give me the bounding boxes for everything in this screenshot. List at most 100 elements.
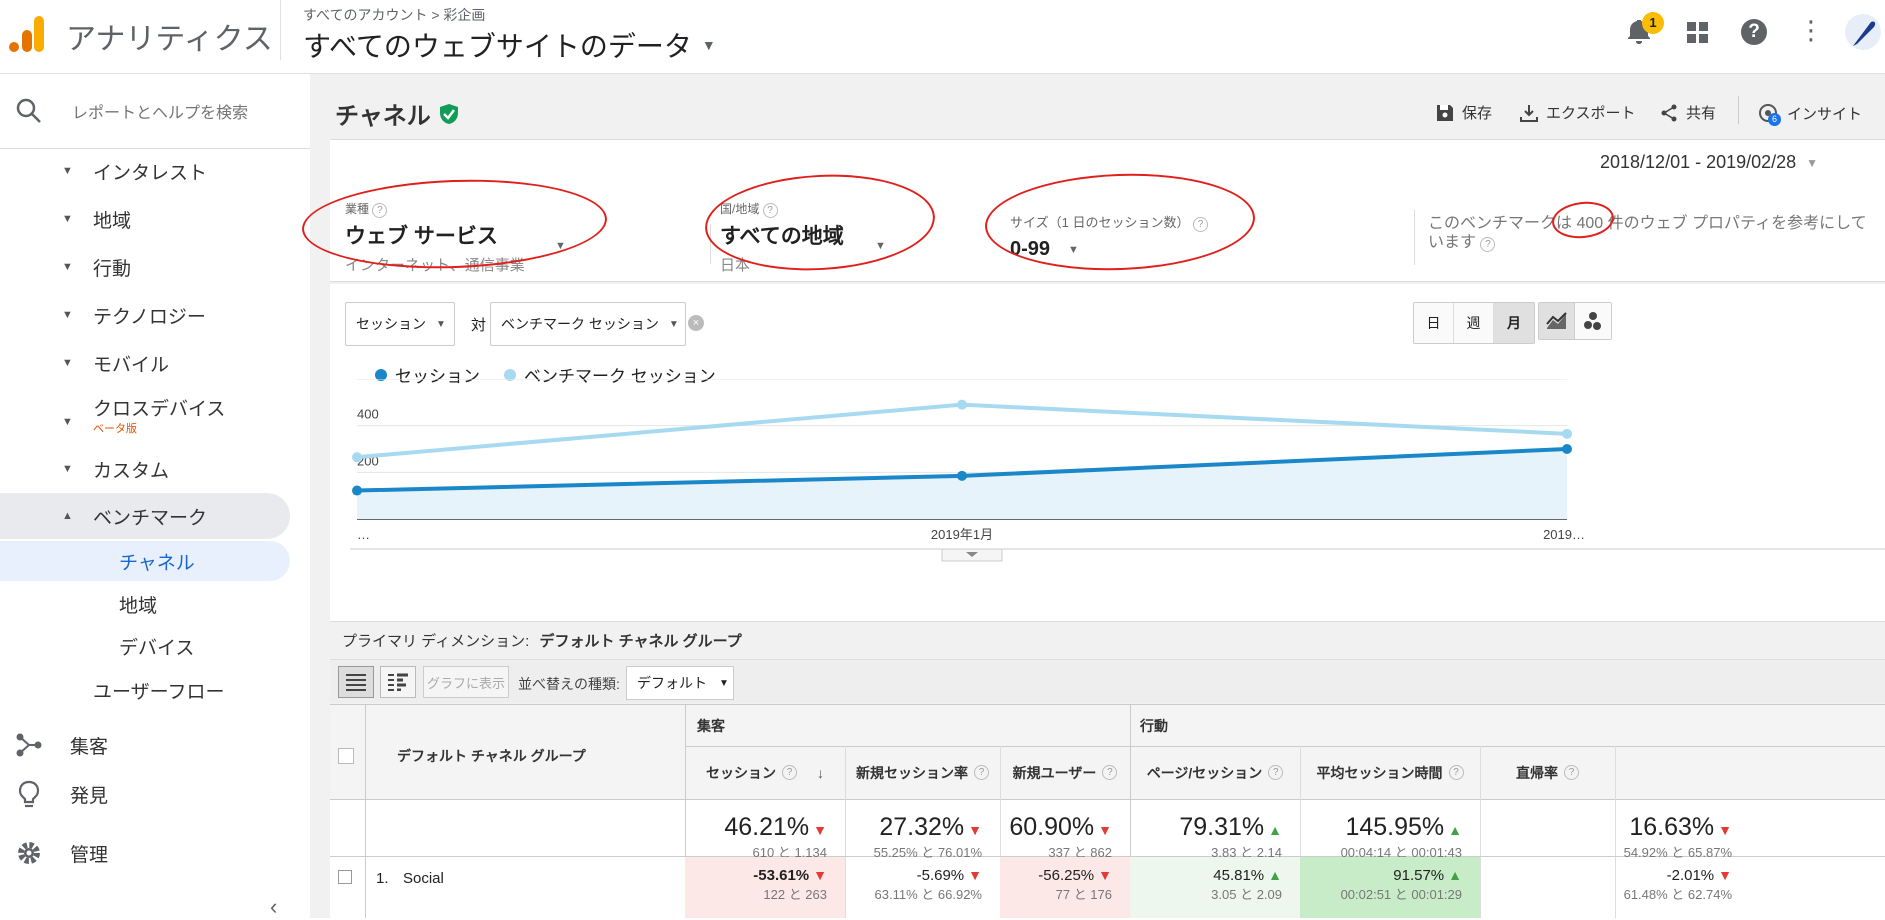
- metric2-label: ベンチマーク セッション: [501, 316, 659, 332]
- compare-view-button[interactable]: [380, 666, 416, 698]
- sidebar-item-technology[interactable]: ▼ テクノロジー: [0, 292, 290, 338]
- apps-grid-icon[interactable]: [1687, 22, 1709, 44]
- table-cell: -56.25% ▼ 77 と 176: [1000, 857, 1130, 918]
- more-vert-icon[interactable]: ⋮: [1798, 15, 1824, 45]
- export-button[interactable]: エクスポート: [1520, 102, 1636, 123]
- arrow-up-icon: ▲: [1448, 867, 1462, 883]
- arrow-up-icon: ▲: [1268, 867, 1282, 883]
- table-view-button[interactable]: [338, 666, 374, 698]
- chevron-down-icon: ▼: [719, 677, 729, 689]
- line-chart-button[interactable]: [1539, 303, 1575, 339]
- metric-comparison: 3.05 と 2.09: [1211, 887, 1282, 902]
- share-button[interactable]: 共有: [1660, 102, 1716, 123]
- notifications-button[interactable]: 1: [1626, 12, 1664, 48]
- sidebar-item-label: モバイル: [93, 354, 170, 376]
- motion-chart-button[interactable]: [1575, 303, 1611, 339]
- primary-dimension-label: プライマリ ディメンション:: [342, 633, 530, 650]
- x-tick-label: 2019…: [1543, 527, 1585, 542]
- table-toolbar: グラフに表示 並べ替えの種類: デフォルト ▼: [330, 659, 1885, 703]
- metric1-label: セッション: [356, 316, 426, 332]
- help-icon[interactable]: ?: [1480, 237, 1496, 252]
- help-icon[interactable]: ?: [1564, 765, 1579, 780]
- avatar[interactable]: [1845, 14, 1881, 50]
- sidebar-item-interest[interactable]: ▼ インタレスト: [0, 148, 290, 194]
- expand-icon: ▼: [62, 309, 73, 321]
- sidebar-item-label: ベンチマーク: [93, 507, 208, 529]
- insight-icon: 6: [1757, 102, 1781, 126]
- sort-desc-icon[interactable]: ↓: [817, 765, 824, 781]
- graph-button[interactable]: グラフに表示: [423, 666, 509, 698]
- sidebar-subitem-device[interactable]: デバイス: [0, 626, 290, 666]
- insight-label: インサイト: [1787, 105, 1863, 123]
- col-bounce-rate[interactable]: 直帰率?: [1480, 746, 1615, 799]
- col-pages-per-session[interactable]: ページ/セッション?: [1130, 746, 1300, 799]
- group-behavior: 行動: [1140, 718, 1168, 734]
- remove-compare-icon[interactable]: ×: [688, 315, 704, 331]
- metric-comparison: 77 と 176: [1055, 887, 1112, 902]
- data-point: [957, 470, 967, 481]
- help-icon[interactable]: ?: [974, 765, 989, 780]
- metric-comparison: 122 と 263: [763, 887, 827, 902]
- sidebar-subitem-channel[interactable]: チャネル: [0, 541, 290, 581]
- metric-value: -5.69%: [916, 867, 965, 884]
- sidebar-item-behavior[interactable]: ▼ 行動: [0, 244, 290, 290]
- dimension-header[interactable]: デフォルト チャネル グループ: [397, 746, 586, 766]
- sidebar-item-acquisition[interactable]: 集客: [0, 722, 290, 768]
- week-button[interactable]: 週: [1454, 303, 1494, 343]
- sidebar-item-label: チャネル: [119, 552, 195, 574]
- sidebar-item-discover[interactable]: 発見: [0, 771, 290, 817]
- sidebar-item-custom[interactable]: ▼ カスタム: [0, 446, 290, 492]
- breadcrumb[interactable]: すべてのアカウント > 彩企画: [303, 5, 485, 25]
- help-icon[interactable]: ?: [1448, 765, 1464, 780]
- total-cell: 145.95% ▲ 00:04:14 と 00:01:43: [1300, 801, 1480, 860]
- sidebar-item-admin[interactable]: 管理: [0, 830, 290, 876]
- row-checkbox[interactable]: [338, 870, 352, 884]
- sidebar-item-cross-device[interactable]: ▼ クロスデバイス ベータ版: [0, 388, 290, 444]
- day-button[interactable]: 日: [1414, 303, 1454, 343]
- metric1-dropdown[interactable]: セッション ▼: [345, 302, 455, 346]
- bars-icon: [388, 673, 408, 691]
- property-selector[interactable]: すべてのウェブサイトのデータ ▼: [303, 25, 716, 65]
- search-box[interactable]: レポートとヘルプを検索: [0, 74, 310, 146]
- save-button[interactable]: 保存: [1436, 102, 1492, 123]
- help-icon[interactable]: ?: [1741, 19, 1767, 45]
- share-label: 共有: [1686, 105, 1717, 122]
- feather-icon: [1853, 21, 1876, 46]
- col-sessions[interactable]: セッション? ↓: [685, 746, 845, 799]
- collapse-sidebar-icon[interactable]: ‹: [270, 894, 277, 920]
- sidebar-item-user-flow[interactable]: ユーザーフロー: [0, 668, 290, 712]
- month-button[interactable]: 月: [1494, 303, 1534, 343]
- data-table: デフォルト チャネル グループ 集客 行動 セッション? ↓ 新規セッション率? …: [330, 704, 1885, 918]
- arrow-up-icon: ▲: [1448, 822, 1462, 838]
- sort-value: デフォルト: [637, 675, 707, 691]
- sidebar-item-benchmark[interactable]: ▲ ベンチマーク: [0, 493, 290, 539]
- col-avg-session-duration[interactable]: 平均セッション時間?: [1300, 746, 1480, 799]
- column-label: 新規ユーザー: [1012, 764, 1097, 781]
- vs-label: 対: [471, 317, 487, 334]
- search-input[interactable]: レポートとヘルプを検索: [72, 99, 248, 123]
- export-label: エクスポート: [1546, 105, 1636, 122]
- x-tick-label: 2019年1月: [931, 527, 993, 542]
- row-name[interactable]: Social: [403, 870, 444, 887]
- analytics-logo-icon[interactable]: [8, 14, 46, 54]
- select-all-checkbox[interactable]: [338, 748, 354, 764]
- help-icon[interactable]: ?: [1102, 765, 1118, 780]
- insight-button[interactable]: 6 インサイト: [1757, 102, 1863, 126]
- primary-dimension-value[interactable]: デフォルト チャネル グループ: [539, 633, 741, 650]
- col-new-session-rate[interactable]: 新規セッション率?: [845, 746, 1000, 799]
- metric2-dropdown[interactable]: ベンチマーク セッション ▼: [490, 302, 686, 346]
- help-icon[interactable]: ?: [782, 765, 797, 780]
- sidebar-item-geo[interactable]: ▼ 地域: [0, 196, 290, 242]
- share-icon: [1661, 104, 1677, 121]
- help-icon[interactable]: ?: [1268, 765, 1284, 780]
- sort-dropdown[interactable]: デフォルト ▼: [626, 666, 734, 700]
- sidebar-subitem-geo[interactable]: 地域: [0, 584, 290, 624]
- acquisition-icon: [16, 733, 42, 757]
- metric-value: 46.21%: [724, 813, 810, 841]
- sidebar-item-mobile[interactable]: ▼ モバイル: [0, 340, 290, 386]
- total-cell: 27.32% ▼ 55.25% と 76.01%: [845, 801, 1000, 860]
- arrow-down-icon: ▼: [1718, 867, 1732, 883]
- col-new-users[interactable]: 新規ユーザー?: [1000, 746, 1130, 799]
- date-range-picker[interactable]: 2018/12/01 - 2019/02/28 ▼: [1600, 152, 1818, 173]
- metric-comparison: 61.48% と 62.74%: [1623, 887, 1732, 902]
